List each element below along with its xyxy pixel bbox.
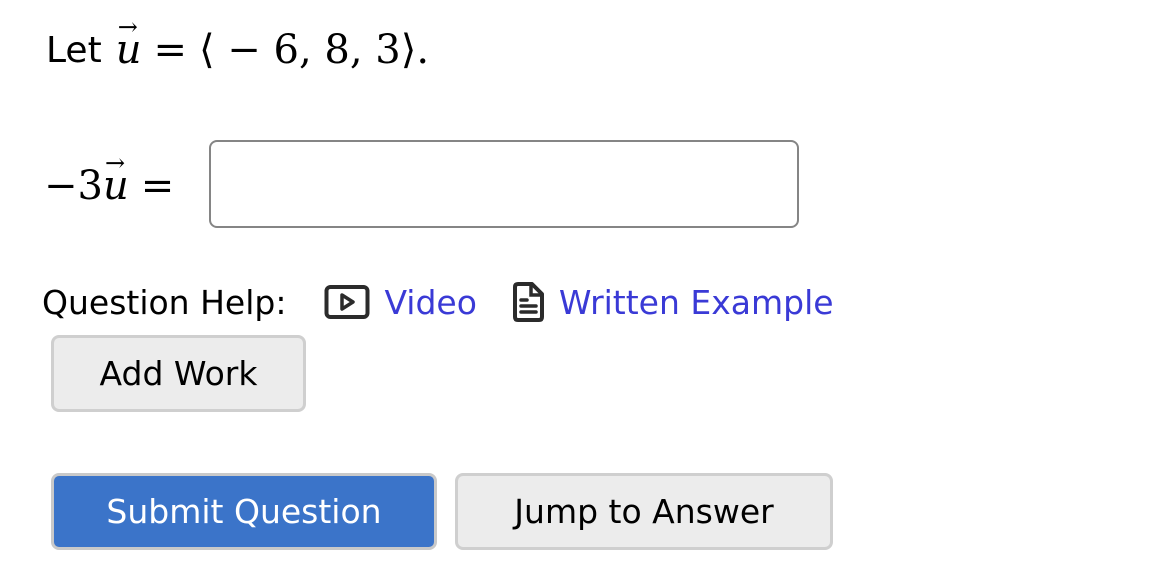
vector-arrow-icon: →: [117, 13, 138, 41]
vertical-scrollbar[interactable]: [1150, 0, 1170, 562]
prompt-expression: −3u → =: [44, 140, 186, 232]
question-help: Question Help: Video Written Example: [42, 276, 868, 328]
prompt-coefficient: −3: [44, 163, 103, 209]
intro-text: Let: [46, 29, 102, 71]
written-example-link-label[interactable]: Written Example: [559, 283, 834, 322]
equals-sign: =: [153, 27, 187, 73]
prompt-equals-sign: =: [140, 163, 175, 209]
add-work-button[interactable]: Add Work: [51, 335, 306, 412]
video-play-icon: [324, 285, 370, 319]
jump-to-answer-button[interactable]: Jump to Answer: [455, 473, 833, 550]
video-link-label[interactable]: Video: [384, 283, 476, 322]
video-help-link[interactable]: Video: [324, 283, 477, 322]
vector-value: ⟨ − 6, 8, 3⟩.: [198, 27, 430, 73]
vector-definition-math: u → = ⟨ − 6, 8, 3⟩.: [116, 13, 430, 73]
vector-symbol: u →: [116, 13, 142, 73]
document-icon: [512, 282, 544, 322]
submit-question-button[interactable]: Submit Question: [51, 473, 437, 550]
prompt-math: −3u → =: [44, 149, 186, 209]
vector-definition: Let u → = ⟨ − 6, 8, 3⟩.: [46, 13, 430, 78]
prompt-vector-symbol: u →: [103, 149, 129, 209]
question-help-label: Question Help:: [42, 282, 287, 322]
written-example-help-link[interactable]: Written Example: [511, 281, 834, 323]
answer-input[interactable]: [209, 140, 799, 228]
vector-arrow-icon: →: [104, 149, 126, 177]
